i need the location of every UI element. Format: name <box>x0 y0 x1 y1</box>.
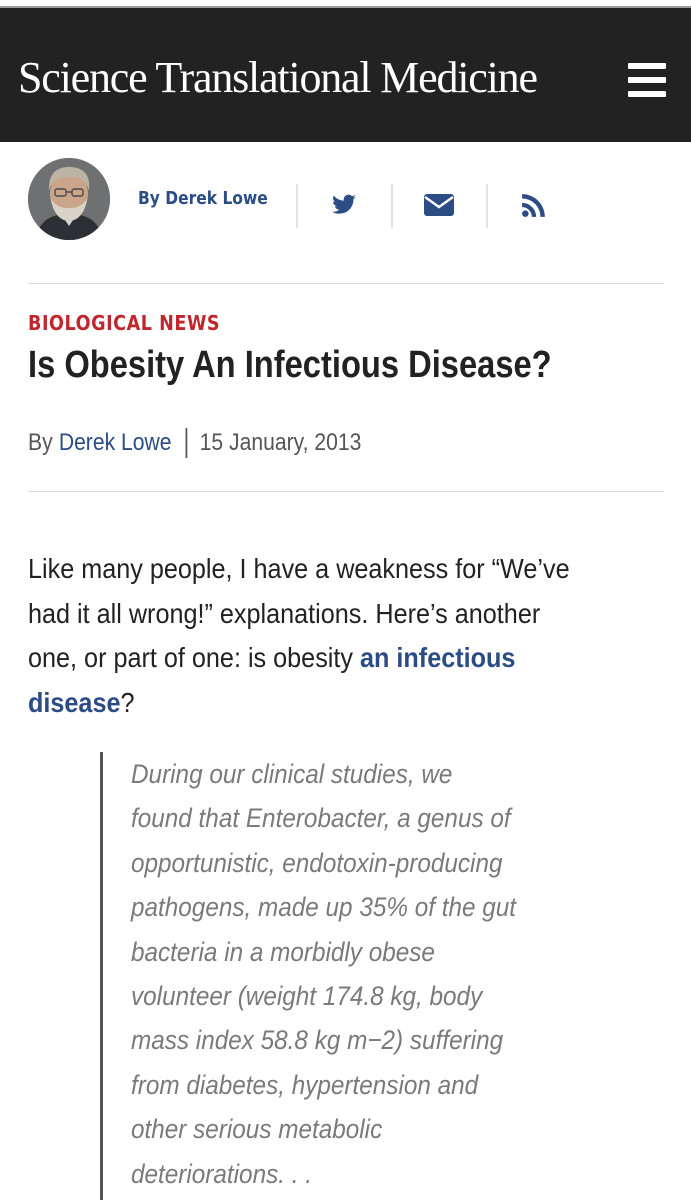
avatar[interactable] <box>28 158 110 240</box>
quote-line: volunteer (weight 174.8 kg, body <box>131 981 483 1012</box>
blockquote: During our clinical studies, we found th… <box>131 752 651 1196</box>
article-title: Is Obesity An Infectious Disease? <box>28 344 552 386</box>
rss-icon[interactable] <box>521 192 547 218</box>
quote-line: mass index 58.8 kg m−2) suffering <box>131 1025 504 1056</box>
author-profile-link[interactable]: By Derek Lowe <box>138 188 268 209</box>
divider <box>28 491 664 492</box>
divider <box>185 428 188 458</box>
byline: By Derek Lowe 15 January, 2013 <box>28 428 361 458</box>
site-logo[interactable]: Science Translational Medicine <box>18 52 538 103</box>
quote-line: found that Enterobacter, a genus of <box>131 803 511 834</box>
publish-date: 15 January, 2013 <box>199 429 362 456</box>
quote-line: opportunistic, endotoxin-producing <box>131 847 503 878</box>
intro-text: ? <box>120 686 135 718</box>
article-intro-paragraph: Like many people, I have a weakness for … <box>28 547 668 725</box>
intro-line: Like many people, I have a weakness for … <box>28 553 570 584</box>
intro-line: disease? <box>28 681 604 726</box>
intro-text: one, or part of one: is obesity <box>28 642 361 673</box>
divider <box>391 184 393 228</box>
twitter-icon[interactable] <box>329 192 359 218</box>
infectious-disease-link[interactable]: an infectious <box>360 642 515 673</box>
site-header: Science Translational Medicine <box>0 6 691 142</box>
quote-line: other serious metabolic <box>131 1114 383 1145</box>
quote-line: bacteria in a morbidly obese <box>131 936 435 967</box>
divider <box>486 184 488 228</box>
quote-line: deteriorations. . . <box>131 1158 312 1189</box>
category-label[interactable]: BIOLOGICAL NEWS <box>28 311 220 335</box>
author-link[interactable]: Derek Lowe <box>59 429 172 457</box>
quote-line: During our clinical studies, we <box>131 759 453 789</box>
quote-line: pathogens, made up 35% of the gut <box>131 892 517 923</box>
blockquote-bar <box>100 752 103 1200</box>
author-bar: By Derek Lowe <box>0 142 691 284</box>
email-icon[interactable] <box>423 192 455 218</box>
quote-line: from diabetes, hypertension and <box>131 1069 479 1100</box>
intro-line: one, or part of one: is obesity an infec… <box>28 636 604 681</box>
divider <box>28 283 664 284</box>
intro-line: had it all wrong!” explanations. Here’s … <box>28 597 541 629</box>
byline-prefix: By <box>28 429 53 456</box>
infectious-disease-link[interactable]: disease <box>28 687 120 718</box>
hamburger-menu-icon[interactable] <box>628 63 666 97</box>
divider <box>296 184 298 228</box>
